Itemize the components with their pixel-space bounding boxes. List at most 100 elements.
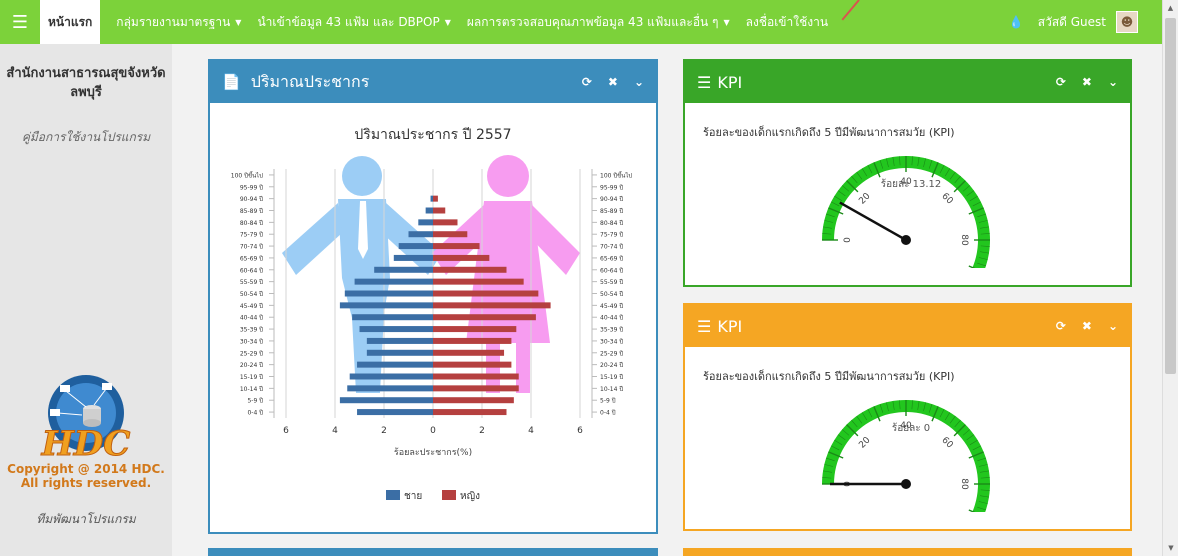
nav-standard-reports[interactable]: กลุ่มรายงานมาตรฐาน ▼ [108, 0, 249, 44]
category-label: 50-54 ปี [240, 290, 263, 298]
category-label: 20-24 ปี [240, 361, 263, 369]
category-label: 25-29 ปี [600, 349, 623, 357]
nav-label: ผลการตรวจสอบคุณภาพข้อมูล 43 แฟ้มและอื่น … [466, 14, 719, 29]
nav-login[interactable]: ลงชื่อเข้าใช้งาน [738, 0, 836, 44]
category-label: 65-69 ปี [600, 254, 623, 262]
nav-home-label: หน้าแรก [48, 14, 93, 29]
bar-female [433, 337, 512, 344]
user-manual-link[interactable]: คู่มือการใช้งานโปรแกรม [0, 128, 172, 147]
page-scrollbar[interactable]: ▲ ▼ [1162, 0, 1178, 556]
category-label: 75-79 ปี [240, 231, 263, 239]
category-label: 15-19 ปี [240, 373, 263, 381]
category-label: 30-34 ปี [240, 337, 263, 345]
menu-toggle-icon[interactable]: ☰ [0, 0, 40, 44]
bar-female [433, 409, 507, 416]
nav-label: นำเข้าข้อมูล 43 แฟ้ม และ DBPOP [257, 14, 440, 29]
category-label: 25-29 ปี [240, 349, 263, 357]
dev-team-link[interactable]: ทีมพัฒนาโปรแกรม [0, 510, 172, 529]
bar-male [393, 254, 433, 261]
category-label: 35-39 ปี [240, 326, 263, 334]
kpi-label: ร้อยละของเด็กแรกเกิดถึง 5 ปีมีพัฒนาการสม… [703, 126, 955, 139]
drop-icon: 💧 [1008, 15, 1024, 29]
category-label: 55-59 ปี [600, 278, 623, 286]
category-label: 10-14 ปี [600, 385, 623, 393]
population-panel: 📄 ปริมาณประชากร ⟳ ✖ ⌄ 0-4 ปี 0-4 ปี 5-9 ปี… [208, 59, 658, 534]
gauge-tick-label: 20 [857, 435, 872, 450]
chart-title: ปริมาณประชากร ปี 2557 [354, 127, 511, 143]
bar-male [339, 397, 433, 404]
bar-male [357, 361, 433, 368]
category-label: 55-59 ปี [240, 278, 263, 286]
x-tick-label: 6 [577, 426, 583, 436]
greeting: สวัสดี Guest [1037, 14, 1106, 29]
nav-data-quality[interactable]: ผลการตรวจสอบคุณภาพข้อมูล 43 แฟ้มและอื่น … [459, 0, 738, 44]
category-label: 70-74 ปี [240, 243, 263, 251]
close-icon[interactable]: ✖ [608, 75, 618, 89]
bar-female [433, 302, 551, 309]
category-label: 0-4 ปี [600, 409, 616, 417]
gauge-tick-label: 0 [843, 237, 853, 243]
panel-title: KPI [717, 316, 743, 336]
category-label: 40-44 ปี [240, 314, 263, 322]
category-label: 35-39 ปี [600, 326, 623, 334]
category-label: 85-89 ปี [600, 207, 623, 215]
bar-male [357, 409, 433, 416]
bar-female [433, 326, 517, 333]
panel-title: KPI [717, 72, 743, 92]
gauge-hub [901, 479, 911, 489]
legend-label-female: หญิง [460, 491, 480, 502]
category-label: 45-49 ปี [600, 302, 623, 310]
bar-female [433, 349, 505, 356]
nav-home[interactable]: หน้าแรก [40, 0, 101, 44]
category-label: 85-89 ปี [240, 207, 263, 215]
category-label: 40-44 ปี [600, 314, 623, 322]
user-menu[interactable]: 💧 สวัสดี Guest ☻ [1009, 0, 1138, 44]
x-tick-label: 2 [381, 426, 387, 436]
gauge-tick-label: 40 [900, 421, 912, 431]
gauge-tick-label: 20 [857, 191, 872, 206]
close-icon[interactable]: ✖ [1082, 75, 1092, 89]
refresh-icon[interactable]: ⟳ [1056, 75, 1066, 89]
bar-female [433, 219, 458, 226]
refresh-icon[interactable]: ⟳ [1056, 319, 1066, 333]
file-icon: 📄 [222, 73, 241, 91]
bar-female [433, 243, 480, 250]
refresh-icon[interactable]: ⟳ [582, 75, 592, 89]
copyright-line: Copyright @ 2014 HDC. [7, 462, 165, 476]
panel-header: ☰ KPI ⟳ ✖ ⌄ [685, 61, 1130, 103]
bar-male [425, 207, 433, 214]
x-tick-label: 6 [283, 426, 289, 436]
scroll-up-icon[interactable]: ▲ [1163, 0, 1178, 16]
bar-male [430, 195, 433, 202]
caret-down-icon: ▼ [444, 17, 451, 27]
chevron-down-icon[interactable]: ⌄ [634, 75, 644, 89]
category-label: 50-54 ปี [600, 290, 623, 298]
next-panel-header [208, 548, 658, 556]
x-axis-label: ร้อยละประชากร(%) [394, 447, 472, 458]
category-label: 95-99 ปี [240, 183, 263, 191]
x-tick-label: 4 [528, 426, 534, 436]
kpi-panel-1: ☰ KPI ⟳ ✖ ⌄ ร้อยละของเด็กแรกเกิดถึง 5 ปี… [683, 59, 1132, 287]
category-label: 60-64 ปี [600, 266, 623, 274]
category-label: 100 ปีขึ้นไป [231, 169, 263, 179]
category-label: 90-94 ปี [600, 195, 623, 203]
chevron-down-icon[interactable]: ⌄ [1108, 75, 1118, 89]
kpi-gauge: ร้อยละ 0 020406080100 [822, 400, 990, 512]
chevron-down-icon[interactable]: ⌄ [1108, 319, 1118, 333]
bar-male [374, 266, 433, 273]
bar-male [347, 385, 433, 392]
logo-text: HDC [41, 424, 131, 463]
bar-female [433, 290, 539, 297]
nav-label: กลุ่มรายงานมาตรฐาน [116, 14, 231, 29]
scroll-thumb[interactable] [1165, 18, 1176, 374]
category-label: 100 ปีขึ้นไป [600, 169, 632, 179]
silhouettes [282, 155, 580, 393]
bar-male [408, 231, 433, 238]
gauge-band [822, 400, 990, 512]
category-label: 80-84 ปี [240, 219, 263, 227]
avatar[interactable]: ☻ [1116, 11, 1138, 33]
nav-import-data[interactable]: นำเข้าข้อมูล 43 แฟ้ม และ DBPOP ▼ [249, 0, 458, 44]
close-icon[interactable]: ✖ [1082, 319, 1092, 333]
bar-male [354, 278, 433, 285]
scroll-down-icon[interactable]: ▼ [1163, 540, 1178, 556]
